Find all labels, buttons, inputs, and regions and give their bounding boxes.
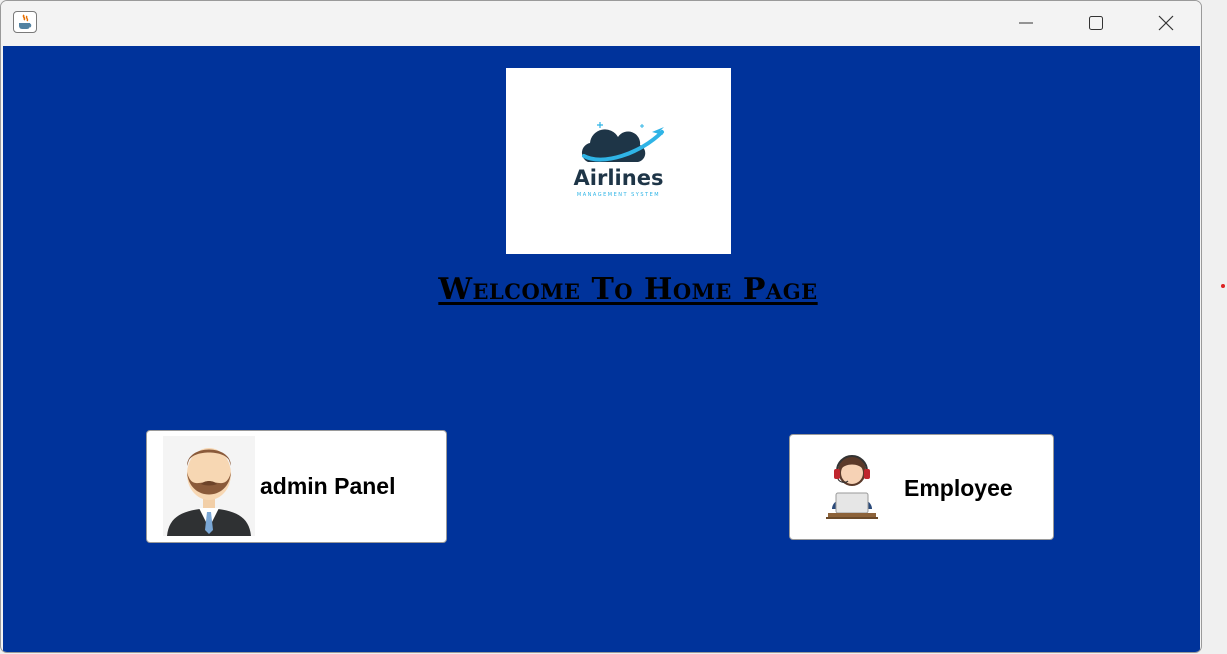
- admin-panel-button[interactable]: admin Panel: [146, 430, 447, 543]
- close-icon: [1158, 15, 1174, 31]
- desktop-background-strip: [1202, 0, 1227, 654]
- maximize-button[interactable]: [1061, 1, 1131, 45]
- employee-button[interactable]: Employee: [789, 434, 1054, 540]
- admin-panel-label: admin Panel: [260, 473, 396, 499]
- logo-wordmark: Airlines: [573, 166, 664, 190]
- call-center-agent-icon: [826, 455, 878, 519]
- desktop-marker-dot: [1221, 284, 1225, 288]
- minimize-icon: [1019, 22, 1033, 24]
- airlines-logo: Airlines MANAGEMENT SYSTEM: [506, 68, 731, 254]
- businessman-avatar-icon: [163, 436, 255, 536]
- home-panel: Airlines MANAGEMENT SYSTEM Welcome To Ho…: [3, 46, 1200, 652]
- employee-label: Employee: [904, 475, 1013, 501]
- app-window: Airlines MANAGEMENT SYSTEM Welcome To Ho…: [0, 0, 1202, 653]
- minimize-button[interactable]: [991, 1, 1061, 45]
- title-bar: [1, 1, 1201, 45]
- close-button[interactable]: [1131, 1, 1201, 45]
- cloud-airplane-icon: [581, 122, 664, 162]
- maximize-icon: [1089, 16, 1103, 30]
- java-coffee-icon[interactable]: [13, 11, 37, 33]
- page-title: Welcome To Home Page: [438, 272, 818, 307]
- logo-subtitle: MANAGEMENT SYSTEM: [576, 192, 661, 198]
